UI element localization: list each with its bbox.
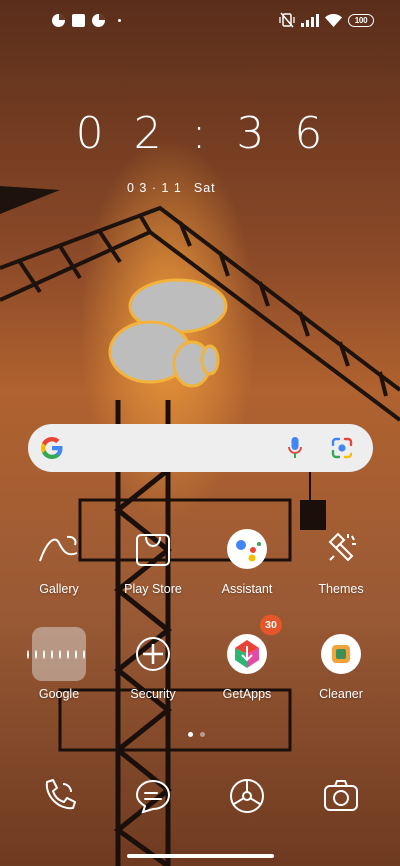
gallery-icon bbox=[32, 522, 86, 576]
page-dot bbox=[200, 732, 205, 737]
dot-icon bbox=[118, 19, 121, 22]
battery-level: 100 bbox=[354, 15, 368, 25]
app-assistant[interactable]: Assistant bbox=[207, 522, 287, 596]
browser-icon[interactable] bbox=[227, 776, 267, 816]
page-dot-active bbox=[188, 732, 193, 737]
folder-icon bbox=[27, 627, 86, 681]
security-icon bbox=[126, 627, 180, 681]
clock-date-row[interactable]: 0 3 · 1 1 Sat bbox=[127, 181, 216, 195]
app-themes[interactable]: Themes bbox=[301, 522, 381, 596]
app-label: Security bbox=[130, 687, 176, 701]
google-search-bar[interactable] bbox=[28, 424, 373, 472]
status-bar-system: 100 bbox=[279, 12, 374, 28]
folder-app-icon bbox=[51, 649, 53, 659]
app-label: Play Store bbox=[124, 582, 182, 596]
lens-icon[interactable] bbox=[331, 437, 353, 459]
camera-icon[interactable] bbox=[321, 776, 361, 816]
page-indicator[interactable] bbox=[188, 732, 205, 737]
status-bar-notifications bbox=[52, 14, 121, 27]
themes-icon bbox=[314, 522, 368, 576]
play-store-icon bbox=[126, 522, 180, 576]
home-gesture-bar[interactable] bbox=[127, 854, 274, 858]
clock-time[interactable]: 0 2 : 3 6 bbox=[0, 108, 400, 159]
notification-square-icon bbox=[72, 14, 85, 27]
app-gallery[interactable]: Gallery bbox=[19, 522, 99, 596]
app-label: GetApps bbox=[222, 687, 272, 701]
app-label: Cleaner bbox=[319, 687, 363, 701]
folder-app-icon bbox=[67, 649, 69, 659]
folder-app-icon bbox=[83, 649, 85, 659]
app-cleaner[interactable]: Cleaner bbox=[301, 627, 381, 701]
battery-indicator: 100 bbox=[348, 13, 374, 27]
app-label: Themes bbox=[318, 582, 364, 596]
mic-icon[interactable] bbox=[287, 436, 303, 460]
clock-date: 0 3 · 1 1 bbox=[127, 181, 182, 195]
folder-app-icon bbox=[43, 649, 45, 659]
folder-app-icon bbox=[75, 649, 77, 659]
folder-app-icon bbox=[27, 649, 29, 659]
phone-icon[interactable] bbox=[39, 776, 79, 816]
notification-pie-icon bbox=[92, 14, 105, 27]
app-play-store[interactable]: Play Store bbox=[113, 522, 193, 596]
assistant-icon bbox=[220, 522, 274, 576]
getapps-icon: 30 bbox=[220, 615, 282, 681]
app-label: Google bbox=[38, 687, 80, 701]
folder-app-icon bbox=[59, 649, 61, 659]
folder-app-icon bbox=[35, 649, 37, 659]
clock-day: Sat bbox=[193, 181, 216, 195]
signal-icon bbox=[301, 13, 319, 27]
google-g-icon bbox=[41, 437, 63, 459]
app-security[interactable]: Security bbox=[113, 627, 193, 701]
folder-google[interactable]: Google bbox=[19, 627, 99, 701]
app-getapps[interactable]: 30 GetApps bbox=[207, 615, 287, 701]
app-label: Assistant bbox=[221, 582, 273, 596]
cleaner-icon bbox=[314, 627, 368, 681]
notification-badge: 30 bbox=[260, 615, 282, 635]
messages-icon[interactable] bbox=[133, 776, 173, 816]
wifi-icon bbox=[325, 13, 342, 27]
status-bar: 100 bbox=[0, 0, 400, 44]
vibrate-off-icon bbox=[279, 12, 295, 28]
notification-pie-icon bbox=[52, 14, 65, 27]
app-label: Gallery bbox=[39, 582, 79, 596]
